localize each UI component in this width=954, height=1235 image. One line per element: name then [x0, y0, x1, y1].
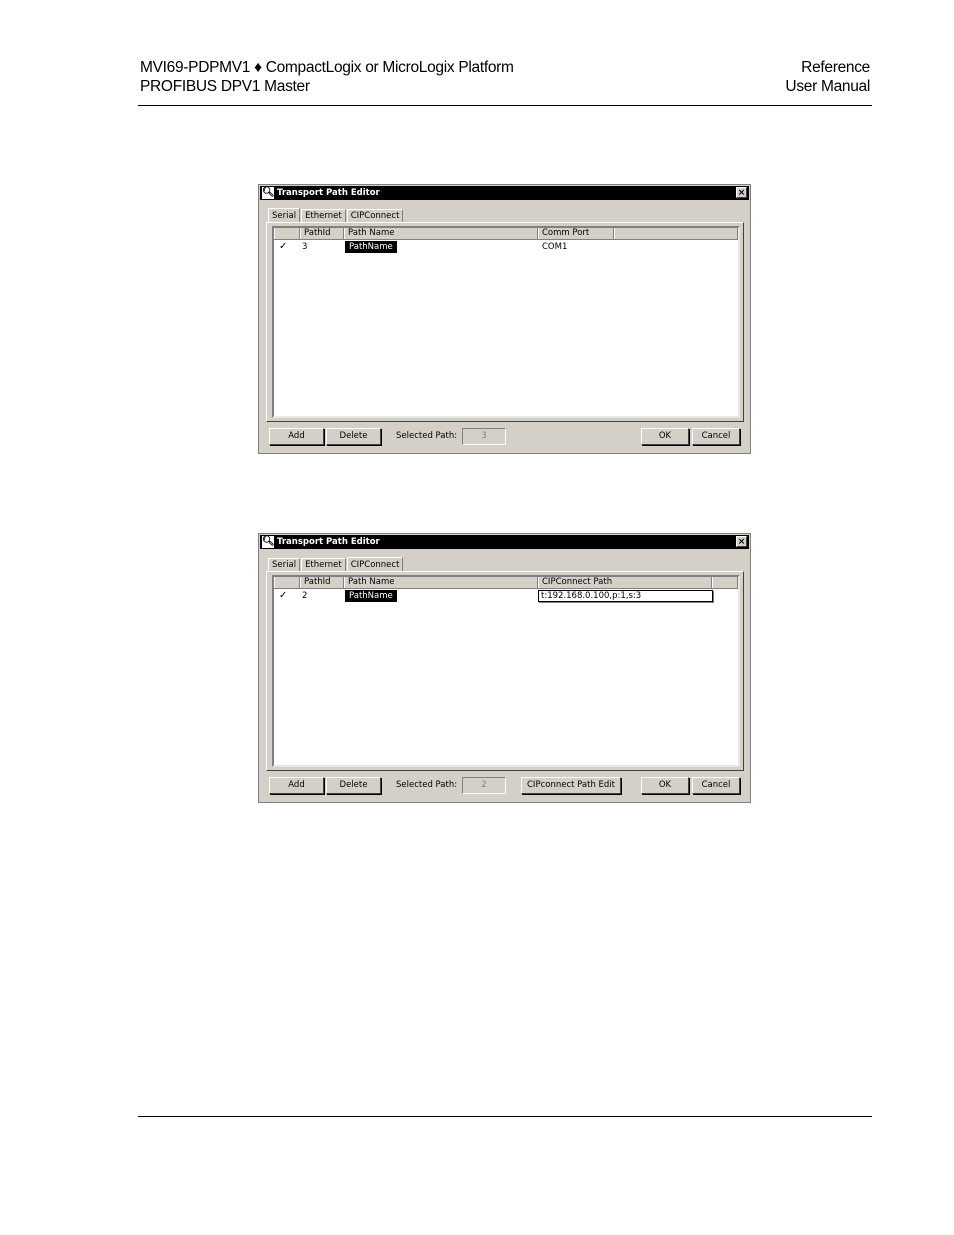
row-comm-port: COM1	[542, 242, 568, 252]
row-path-id: 2	[302, 591, 308, 601]
table-row[interactable]: ✓ 2 PathName t:192.168.0.100,p:1,s:3	[274, 590, 738, 602]
row-path-name[interactable]: PathName	[345, 590, 397, 602]
column-filler	[614, 228, 738, 239]
header-rule	[138, 105, 872, 106]
tab-strip: Serial Ethernet CIPConnect	[268, 207, 404, 223]
column-pathid[interactable]: PathId	[300, 228, 344, 239]
list-header: PathId Path Name CIPConnect Path	[274, 577, 738, 589]
row-path-name[interactable]: PathName	[345, 241, 397, 253]
cancel-button[interactable]: Cancel	[692, 428, 740, 445]
add-button[interactable]: Add	[269, 428, 324, 445]
dialog-title: Transport Path Editor	[277, 537, 380, 547]
close-icon[interactable]: ×	[736, 536, 747, 547]
header-section: Reference	[801, 59, 870, 76]
header-manual-type: User Manual	[785, 78, 870, 95]
close-icon[interactable]: ×	[736, 187, 747, 198]
table-row[interactable]: ✓ 3 PathName COM1	[274, 241, 738, 253]
cipconnect-path-edit-button[interactable]: CIPconnect Path Edit	[521, 777, 621, 794]
header-subtitle: PROFIBUS DPV1 Master	[140, 78, 310, 95]
footer-rule	[138, 1116, 872, 1117]
selected-path-label: Selected Path:	[396, 780, 458, 790]
delete-button[interactable]: Delete	[326, 777, 381, 794]
tab-ethernet[interactable]: Ethernet	[301, 558, 346, 571]
cipconnect-path-input[interactable]: t:192.168.0.100,p:1,s:3	[538, 590, 713, 602]
checkmark-icon: ✓	[279, 241, 288, 252]
document-header-left: MVI69-PDPMV1 ♦ CompactLogix or MicroLogi…	[140, 58, 514, 96]
dialog-title: Transport Path Editor	[277, 188, 380, 198]
ok-button[interactable]: OK	[641, 777, 689, 794]
tab-strip: Serial Ethernet CIPConnect	[268, 556, 404, 572]
path-list[interactable]: PathId Path Name CIPConnect Path ✓ 2 Pat…	[272, 575, 740, 767]
column-path-name[interactable]: Path Name	[344, 577, 538, 588]
column-check[interactable]	[274, 577, 300, 588]
tab-serial[interactable]: Serial	[268, 208, 301, 223]
delete-button[interactable]: Delete	[326, 428, 381, 445]
tab-cipconnect[interactable]: CIPConnect	[346, 209, 404, 222]
title-bar[interactable]: 🔍︎ Transport Path Editor ×	[260, 186, 749, 200]
selected-path-field[interactable]: 3	[462, 428, 506, 445]
column-filler	[712, 577, 738, 588]
title-bar[interactable]: 🔍︎ Transport Path Editor ×	[260, 535, 749, 549]
header-product-line: MVI69-PDPMV1 ♦ CompactLogix or MicroLogi…	[140, 59, 514, 76]
row-path-id: 3	[302, 242, 308, 252]
magnifier-icon: 🔍︎	[262, 187, 275, 199]
column-comm-port[interactable]: Comm Port	[538, 228, 614, 239]
tab-ethernet[interactable]: Ethernet	[301, 209, 346, 222]
transport-path-editor-serial: 🔍︎ Transport Path Editor × Serial Ethern…	[258, 184, 751, 454]
document-header-right: Reference User Manual	[785, 58, 870, 96]
selected-path-field[interactable]: 2	[462, 777, 506, 794]
list-header: PathId Path Name Comm Port	[274, 228, 738, 240]
column-check[interactable]	[274, 228, 300, 239]
magnifier-icon: 🔍︎	[262, 536, 275, 548]
checkmark-icon: ✓	[279, 590, 288, 601]
cancel-button[interactable]: Cancel	[692, 777, 740, 794]
path-list[interactable]: PathId Path Name Comm Port ✓ 3 PathName …	[272, 226, 740, 418]
column-cipconnect-path[interactable]: CIPConnect Path	[538, 577, 712, 588]
transport-path-editor-cipconnect: 🔍︎ Transport Path Editor × Serial Ethern…	[258, 533, 751, 803]
column-pathid[interactable]: PathId	[300, 577, 344, 588]
ok-button[interactable]: OK	[641, 428, 689, 445]
column-path-name[interactable]: Path Name	[344, 228, 538, 239]
selected-path-label: Selected Path:	[396, 431, 458, 441]
tab-serial[interactable]: Serial	[268, 558, 301, 571]
add-button[interactable]: Add	[269, 777, 324, 794]
tab-cipconnect[interactable]: CIPConnect	[346, 557, 404, 572]
